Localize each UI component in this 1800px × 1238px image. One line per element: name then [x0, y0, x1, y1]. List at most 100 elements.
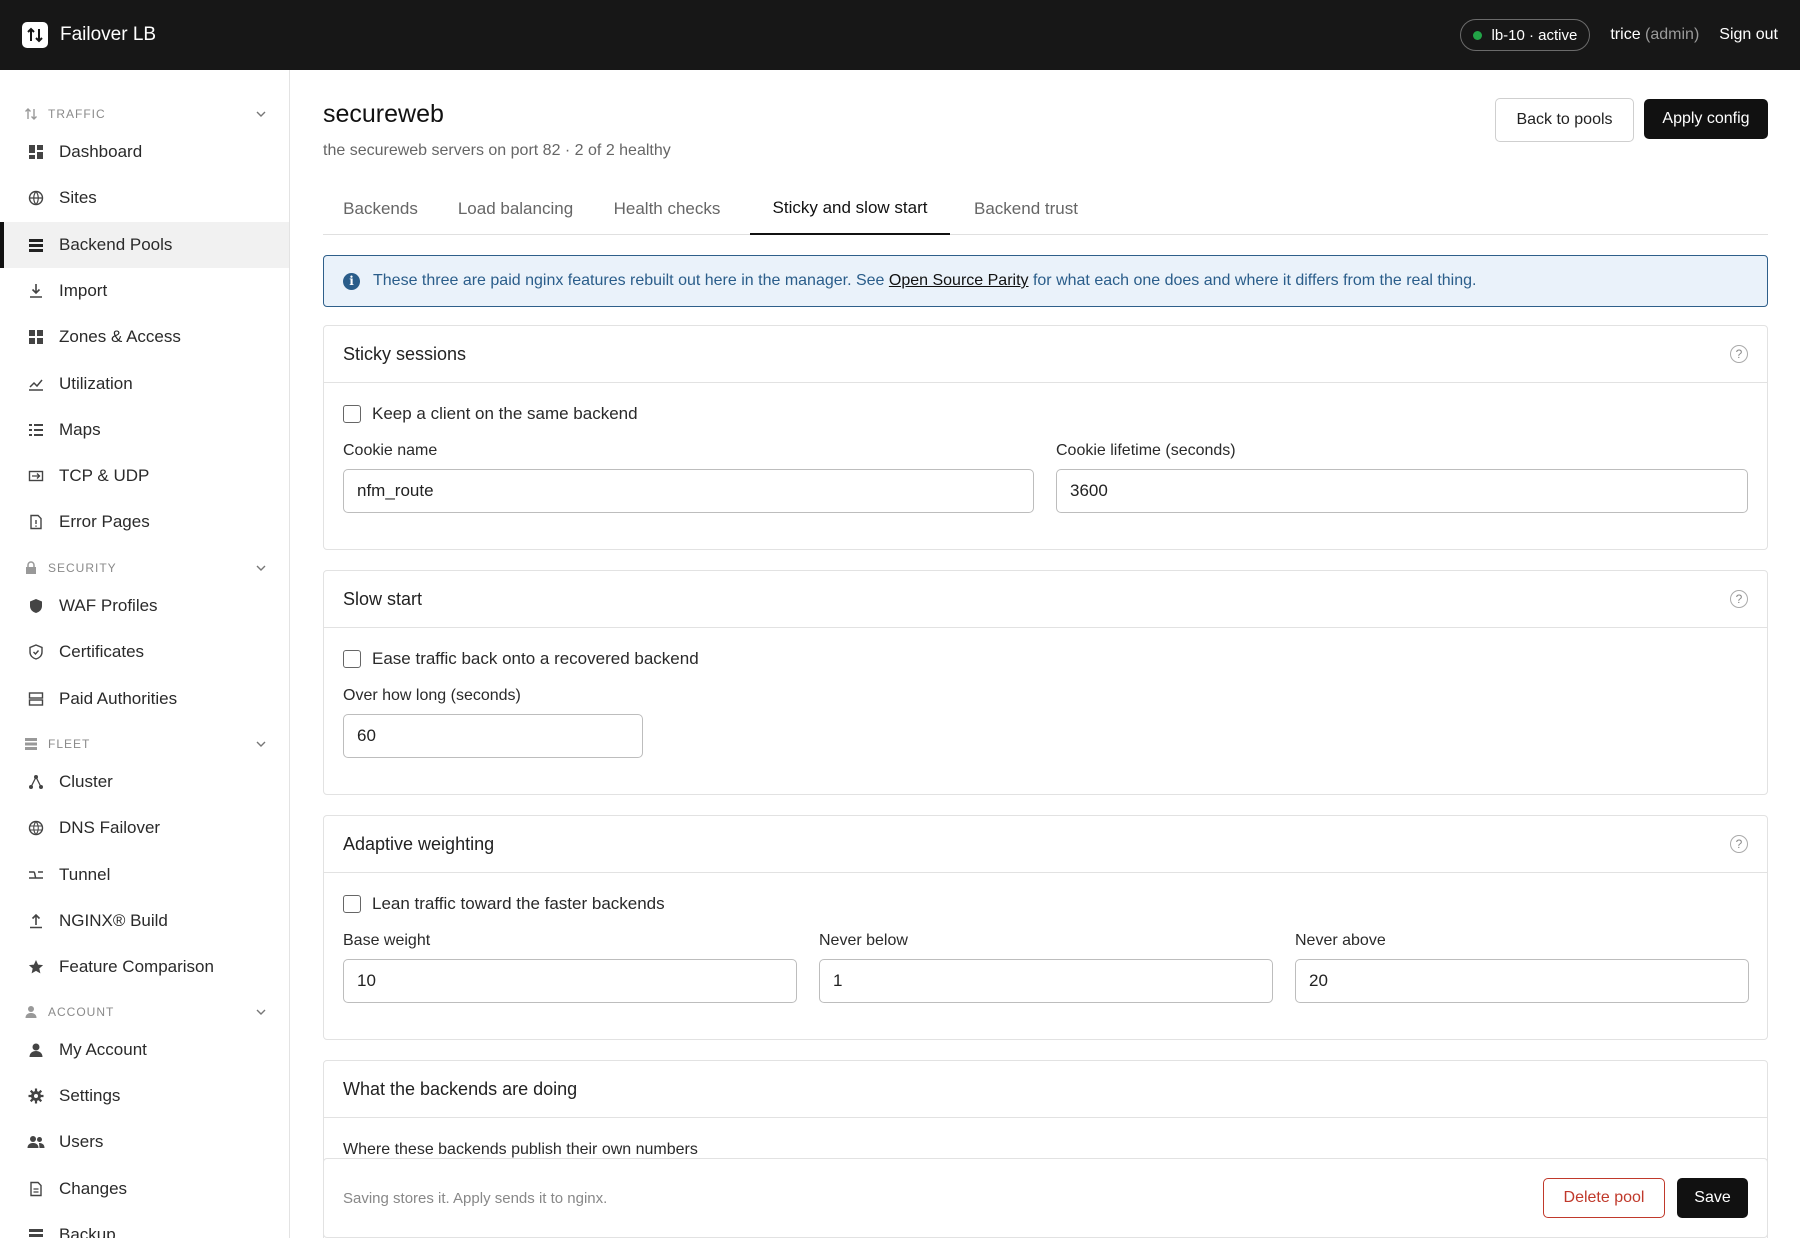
traffic-icon	[24, 107, 38, 121]
sticky-enable-label: Keep a client on the same backend	[372, 404, 638, 423]
sidebar-item-tunnel[interactable]: Tunnel	[0, 852, 289, 898]
info-notice: i These three are paid nginx features re…	[323, 255, 1768, 307]
slow-start-enable-checkbox[interactable]	[343, 650, 361, 668]
current-user: trice (admin)	[1610, 26, 1699, 44]
star-icon	[27, 958, 45, 976]
chevron-down-icon[interactable]	[256, 1009, 266, 1015]
sidebar-item-dashboard[interactable]: Dashboard	[0, 129, 289, 175]
save-button[interactable]: Save	[1677, 1178, 1748, 1218]
adaptive-enable-checkbox[interactable]	[343, 895, 361, 913]
notice-text-after: for what each one does and where it diff…	[1028, 272, 1477, 289]
users-icon	[27, 1133, 45, 1151]
sidebar-section-account[interactable]: ACCOUNT	[24, 1002, 266, 1022]
tab-backend-trust[interactable]: Backend trust	[950, 182, 1102, 235]
sticky-enable-checkbox[interactable]	[343, 405, 361, 423]
adaptive-enable-row[interactable]: Lean traffic toward the faster backends	[343, 894, 665, 914]
sidebar-item-import[interactable]: Import	[0, 268, 289, 314]
never-below-input[interactable]: 1	[819, 959, 1273, 1003]
sidebar-item-utilization[interactable]: Utilization	[0, 361, 289, 407]
shield-icon	[27, 597, 45, 615]
sidebar-item-zones-access[interactable]: Zones & Access	[0, 314, 289, 360]
back-to-pools-button[interactable]: Back to pools	[1495, 98, 1634, 142]
sidebar-item-tcp-udp[interactable]: TCP & UDP	[0, 453, 289, 499]
archive-icon	[27, 1226, 45, 1238]
sidebar-section-traffic[interactable]: TRAFFIC	[24, 104, 266, 124]
instance-status-badge[interactable]: lb-10 · active	[1460, 19, 1591, 51]
chevron-down-icon[interactable]	[256, 565, 266, 571]
tab-load-balancing[interactable]: Load balancing	[438, 182, 593, 235]
info-icon: i	[343, 272, 360, 290]
sidebar-item-feature-comparison[interactable]: Feature Comparison	[0, 944, 289, 990]
never-above-input[interactable]: 20	[1295, 959, 1749, 1003]
help-icon[interactable]: ?	[1730, 345, 1748, 363]
sidebar-item-dns-failover[interactable]: DNS Failover	[0, 805, 289, 851]
page-title: secureweb	[323, 100, 444, 128]
app-name: Failover LB	[60, 24, 157, 45]
delete-pool-button[interactable]: Delete pool	[1543, 1178, 1665, 1218]
sidebar-item-label: Backup	[59, 1225, 116, 1238]
lock-icon	[24, 561, 38, 575]
sidebar-item-certificates[interactable]: Certificates	[0, 629, 289, 675]
sidebar-item-sites[interactable]: Sites	[0, 175, 289, 221]
cookie-lifetime-input[interactable]: 3600	[1056, 469, 1748, 513]
shield-check-icon	[27, 643, 45, 661]
slow-start-duration-label: Over how long (seconds)	[343, 687, 521, 704]
sidebar-item-paid-authorities[interactable]: Paid Authorities	[0, 676, 289, 722]
sidebar-section-label: FLEET	[48, 737, 91, 751]
sidebar-section-label: ACCOUNT	[48, 1005, 115, 1019]
help-icon[interactable]: ?	[1730, 835, 1748, 853]
sign-out-link[interactable]: Sign out	[1719, 26, 1778, 44]
base-weight-input[interactable]: 10	[343, 959, 797, 1003]
cookie-lifetime-label: Cookie lifetime (seconds)	[1056, 442, 1236, 459]
tab-health-checks[interactable]: Health checks	[593, 182, 741, 235]
globe-icon	[27, 189, 45, 207]
sticky-enable-row[interactable]: Keep a client on the same backend	[343, 404, 638, 424]
cookie-name-label: Cookie name	[343, 442, 438, 459]
open-source-parity-link[interactable]: Open Source Parity	[889, 272, 1029, 289]
sidebar-item-label: Changes	[59, 1179, 128, 1198]
line-chart-icon	[27, 375, 45, 393]
cookie-name-input[interactable]: nfm_route	[343, 469, 1034, 513]
slow-start-enable-row[interactable]: Ease traffic back onto a recovered backe…	[343, 649, 699, 669]
sidebar-item-settings[interactable]: Settings	[0, 1073, 289, 1119]
help-icon[interactable]: ?	[1730, 590, 1748, 608]
sidebar-item-label: Utilization	[59, 374, 133, 393]
sidebar-item-error-pages[interactable]: Error Pages	[0, 499, 289, 545]
user-icon	[27, 1041, 45, 1059]
sidebar-item-backup[interactable]: Backup	[0, 1212, 289, 1238]
sidebar-item-waf-profiles[interactable]: WAF Profiles	[0, 583, 289, 629]
person-icon	[24, 1005, 38, 1019]
tab-backends[interactable]: Backends	[323, 182, 438, 235]
list-icon	[27, 421, 45, 439]
dashboard-icon	[27, 143, 45, 161]
download-icon	[27, 282, 45, 300]
slow-start-duration-input[interactable]: 60	[343, 714, 643, 758]
sidebar-section-security[interactable]: SECURITY	[24, 558, 266, 578]
sidebar-item-changes[interactable]: Changes	[0, 1166, 289, 1212]
tab-sticky-slow-start[interactable]: Sticky and slow start	[750, 182, 950, 235]
sidebar-item-backend-pools[interactable]: Backend Pools	[0, 222, 289, 268]
tab-bar: Backends Load balancing Health checks St…	[323, 182, 1768, 235]
apply-config-button[interactable]: Apply config	[1644, 99, 1768, 139]
sidebar-item-label: My Account	[59, 1040, 147, 1059]
sidebar-item-cluster[interactable]: Cluster	[0, 759, 289, 805]
page-subtitle: the secureweb servers on port 82 · 2 of …	[323, 142, 671, 159]
sidebar-section-fleet[interactable]: FLEET	[24, 734, 266, 754]
brand[interactable]: Failover LB	[22, 22, 156, 48]
card-title: What the backends are doing	[343, 1078, 578, 1099]
sidebar-item-label: Backend Pools	[59, 235, 173, 254]
slow-start-card: Slow start ? Ease traffic back onto a re…	[323, 570, 1768, 795]
sidebar-item-label: Tunnel	[59, 865, 111, 884]
sidebar-section-label: SECURITY	[48, 561, 117, 575]
sidebar-item-nginx-build[interactable]: NGINX® Build	[0, 898, 289, 944]
sidebar-item-my-account[interactable]: My Account	[0, 1027, 289, 1073]
sidebar-item-label: Cluster	[59, 772, 113, 791]
save-footer: Saving stores it. Apply sends it to ngin…	[323, 1158, 1768, 1238]
backend-pools-icon	[27, 236, 45, 254]
sidebar-item-users[interactable]: Users	[0, 1119, 289, 1165]
server-icon	[27, 690, 45, 708]
chevron-down-icon[interactable]	[256, 741, 266, 747]
port-icon	[27, 467, 45, 485]
chevron-down-icon[interactable]	[256, 111, 266, 117]
sidebar-item-maps[interactable]: Maps	[0, 407, 289, 453]
